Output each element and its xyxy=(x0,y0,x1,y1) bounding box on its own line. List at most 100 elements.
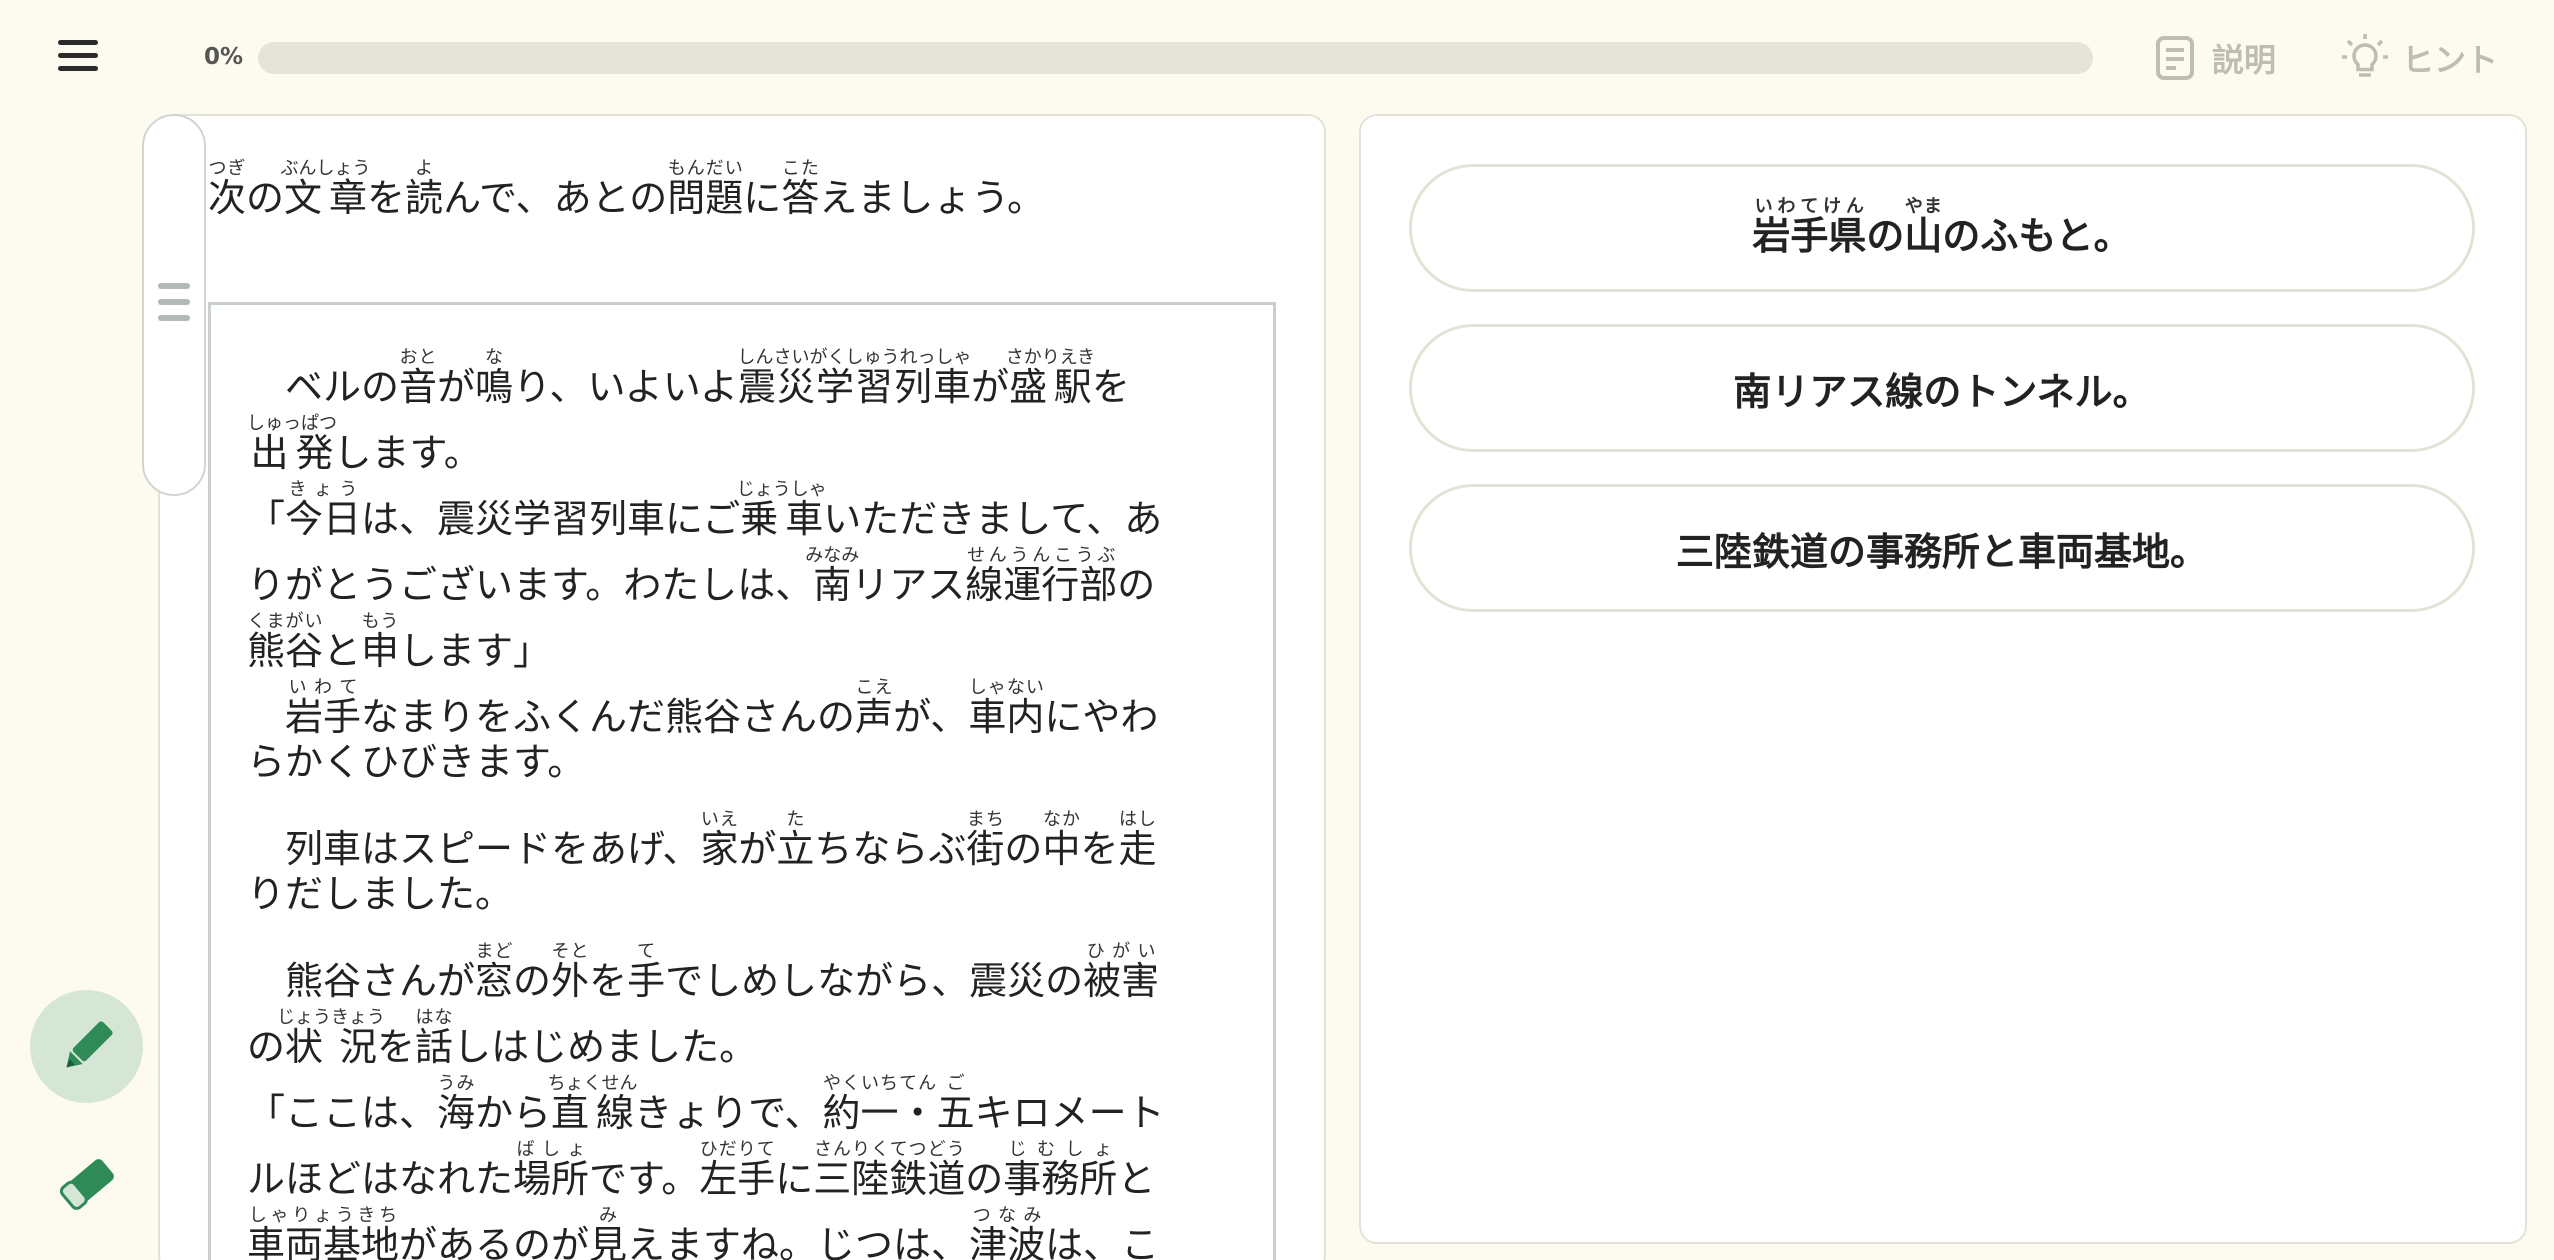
furigana: せんうんこうぶ xyxy=(965,545,1118,566)
text-segment: なまりをふくんだ熊谷さんの xyxy=(361,695,856,739)
ruby-word: 被害ひがい xyxy=(1083,941,1159,1003)
eraser-tool-button[interactable] xyxy=(44,1140,129,1225)
ruby-base: 外 xyxy=(551,959,590,1003)
text-segment: です。 xyxy=(589,1157,700,1201)
furigana: ぶんしょう xyxy=(280,158,371,179)
passage-line: 熊谷さんが窓まどの外そとを手てでしめしながら、震災の被害ひがい xyxy=(247,941,1159,1000)
passage-line: 「今日きょうは、震災学習列車にご乗車じょうしゃいただきまして、あ xyxy=(247,479,1162,538)
ruby-word: 車内しゃない xyxy=(968,677,1044,739)
document-icon xyxy=(2156,36,2194,80)
passage-line: らかくひびきます。 xyxy=(247,743,585,781)
app-root: 0% 説明 ヒント 次つぎの文章ぶんしょうを読よんで、あとの問題もんだいに答こた… xyxy=(0,0,2554,1260)
text-segment: 南リアス線のトンネル。 xyxy=(1733,369,2151,414)
ruby-word: 問題もんだい xyxy=(667,158,744,220)
ruby-word: 出発しゅっぱつ xyxy=(247,413,337,475)
text-segment: と xyxy=(323,629,362,673)
ruby-word: 三陸鉄道さんりくてつどう xyxy=(813,1139,965,1201)
ruby-word: 直線ちょくせん xyxy=(548,1073,638,1135)
ruby-base: 場所 xyxy=(513,1157,590,1201)
furigana: もう xyxy=(361,611,400,632)
furigana: やま xyxy=(1904,196,1943,217)
furigana: うみ xyxy=(437,1073,476,1094)
menu-icon[interactable] xyxy=(58,40,98,76)
text-segment: は、こ xyxy=(1045,1223,1160,1260)
ruby-base: 事務所 xyxy=(1003,1157,1118,1201)
ruby-base: 鳴 xyxy=(475,365,514,409)
answer-choice-3[interactable]: 三陸鉄道の事務所と車両基地。 xyxy=(1409,484,2475,612)
ruby-word: 左手ひだりて xyxy=(699,1139,775,1201)
furigana: まち xyxy=(966,809,1005,830)
ruby-word: 震災学習列車しんさいがくしゅうれっしゃ xyxy=(738,347,972,409)
furigana: じょうきょう xyxy=(277,1007,386,1028)
hint-label: ヒント xyxy=(2402,41,2499,79)
ruby-word: 立た xyxy=(776,809,814,871)
text-segment: 列車はスピードをあげ、 xyxy=(247,827,701,871)
hint-button[interactable]: ヒント xyxy=(2340,30,2498,86)
furigana: いえ xyxy=(700,809,739,830)
text-segment: 熊谷さんが xyxy=(247,959,476,1003)
ruby-word: 五ご xyxy=(936,1073,975,1135)
panel-resize-handle[interactable] xyxy=(142,114,206,496)
explanation-button[interactable]: 説明 xyxy=(2150,30,2276,86)
pen-tool-button[interactable] xyxy=(30,990,143,1103)
choice-label: 南リアス線のトンネル。 xyxy=(1733,361,2150,416)
text-segment: 三陸鉄道の事務所と車両基地。 xyxy=(1675,529,2208,574)
text-segment: の xyxy=(246,176,285,220)
text-segment: を xyxy=(367,176,406,220)
ruby-base: 声 xyxy=(855,695,894,739)
ruby-word: 窓まど xyxy=(475,941,514,1003)
answer-choice-2[interactable]: 南リアス線のトンネル。 xyxy=(1409,324,2475,452)
ruby-base: 五 xyxy=(936,1091,975,1135)
ruby-word: ・てん xyxy=(898,1073,937,1135)
ruby-base: 答 xyxy=(781,176,820,220)
lightbulb-icon xyxy=(2342,34,2388,77)
furigana: おと xyxy=(399,347,438,368)
text-segment: リアス xyxy=(851,563,966,607)
progress-label: 0% xyxy=(204,44,244,70)
furigana: しんさいがくしゅうれっしゃ xyxy=(737,347,972,368)
text-segment: ベルの xyxy=(247,365,400,409)
ruby-base: 問題 xyxy=(667,176,744,220)
ruby-word: 山やま xyxy=(1904,196,1942,258)
ruby-base: 申 xyxy=(361,629,400,673)
furigana: よ xyxy=(405,158,444,179)
text-segment: します」 xyxy=(399,629,552,673)
ruby-word: 約一やくいち xyxy=(822,1073,899,1135)
furigana: いわて xyxy=(285,677,362,698)
ruby-base: 今日 xyxy=(285,497,362,541)
ruby-word: 答こた xyxy=(781,158,820,220)
ruby-base: 約一 xyxy=(822,1091,899,1135)
passage-box: ベルの音おとが鳴なり、いよいよ震災学習列車しんさいがくしゅうれっしゃが盛駅さかり… xyxy=(208,302,1276,1260)
ruby-word: 次つぎ xyxy=(208,158,246,220)
text-segment: らかくひびきます。 xyxy=(247,740,586,784)
ruby-base: 見 xyxy=(589,1223,628,1260)
answer-choice-1[interactable]: 岩手県いわてけんの山やまのふもと。 xyxy=(1409,164,2475,292)
text-segment: から xyxy=(475,1091,552,1135)
eraser-icon xyxy=(59,1158,114,1210)
ruby-word: 話はな xyxy=(415,1007,454,1069)
text-segment: りがとうございます。わたしは、 xyxy=(247,563,814,607)
ruby-base: 盛駅 xyxy=(1005,365,1096,409)
text-segment: り、いよいよ xyxy=(513,365,739,409)
passage-line: りだしました。 xyxy=(247,875,513,913)
ruby-base: 窓 xyxy=(475,959,514,1003)
furigana: つなみ xyxy=(969,1205,1046,1226)
text-segment: します。 xyxy=(333,431,482,475)
furigana: もんだい xyxy=(667,158,744,179)
text-segment: 「 xyxy=(247,497,286,541)
ruby-base: 家 xyxy=(700,827,739,871)
ruby-base: 津波 xyxy=(969,1223,1046,1260)
ruby-word: 岩手いわて xyxy=(285,677,361,739)
furigana: なか xyxy=(1042,809,1081,830)
ruby-base: ・ xyxy=(898,1091,937,1135)
ruby-word: 鳴な xyxy=(475,347,514,409)
furigana: いわてけん xyxy=(1752,196,1867,217)
ruby-word: 熊谷くまがい xyxy=(247,611,323,673)
text-segment: に xyxy=(775,1157,814,1201)
ruby-word: 家いえ xyxy=(700,809,739,871)
text-segment: りだしました。 xyxy=(247,872,514,916)
ruby-base: 話 xyxy=(415,1025,454,1069)
ruby-base: 出発 xyxy=(247,431,337,475)
ruby-word: 南みなみ xyxy=(805,545,859,607)
text-segment xyxy=(247,695,285,739)
